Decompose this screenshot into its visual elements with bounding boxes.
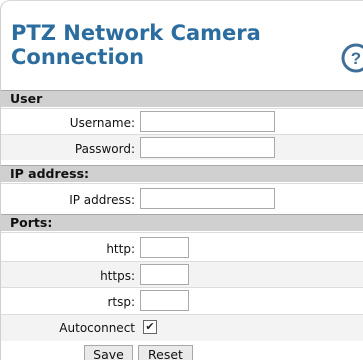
section-header-user: User <box>1 90 363 107</box>
reset-button[interactable]: Reset <box>138 345 193 360</box>
form-row-http: http: <box>1 232 363 261</box>
username-label: Username: <box>69 116 135 130</box>
section-header-ip-address: IP address: <box>1 165 363 182</box>
svg-text:?: ? <box>351 49 361 68</box>
rtsp-port-label: rtsp: <box>107 295 135 309</box>
http-port-label: http: <box>106 242 135 256</box>
form-row-autoconnect: Autoconnect ✔ <box>1 314 363 341</box>
ip-address-input[interactable] <box>140 188 275 209</box>
form-row-username: Username: <box>1 108 363 134</box>
rtsp-port-input[interactable] <box>140 290 189 311</box>
form-row-https: https: <box>1 261 363 287</box>
password-input[interactable] <box>140 137 275 158</box>
dialog-title: PTZ Network Camera Connection <box>11 21 261 69</box>
https-port-label: https: <box>100 269 135 283</box>
camera-connection-panel: PTZ Network Camera Connection ? User Use… <box>0 0 363 360</box>
https-port-input[interactable] <box>140 264 189 285</box>
help-question-icon[interactable]: ? <box>341 43 363 73</box>
section-header-ports: Ports: <box>1 214 363 231</box>
http-port-input[interactable] <box>140 237 189 258</box>
form-row-password: Password: <box>1 134 363 160</box>
autoconnect-checkbox[interactable]: ✔ <box>143 320 157 334</box>
autoconnect-label: Autoconnect <box>59 321 135 335</box>
username-input[interactable] <box>140 111 275 132</box>
save-button[interactable]: Save <box>84 345 133 360</box>
form-row-rtsp: rtsp: <box>1 287 363 314</box>
password-label: Password: <box>74 142 135 156</box>
form-row-ip-address: IP address: <box>1 183 363 213</box>
ip-address-label: IP address: <box>69 193 135 207</box>
